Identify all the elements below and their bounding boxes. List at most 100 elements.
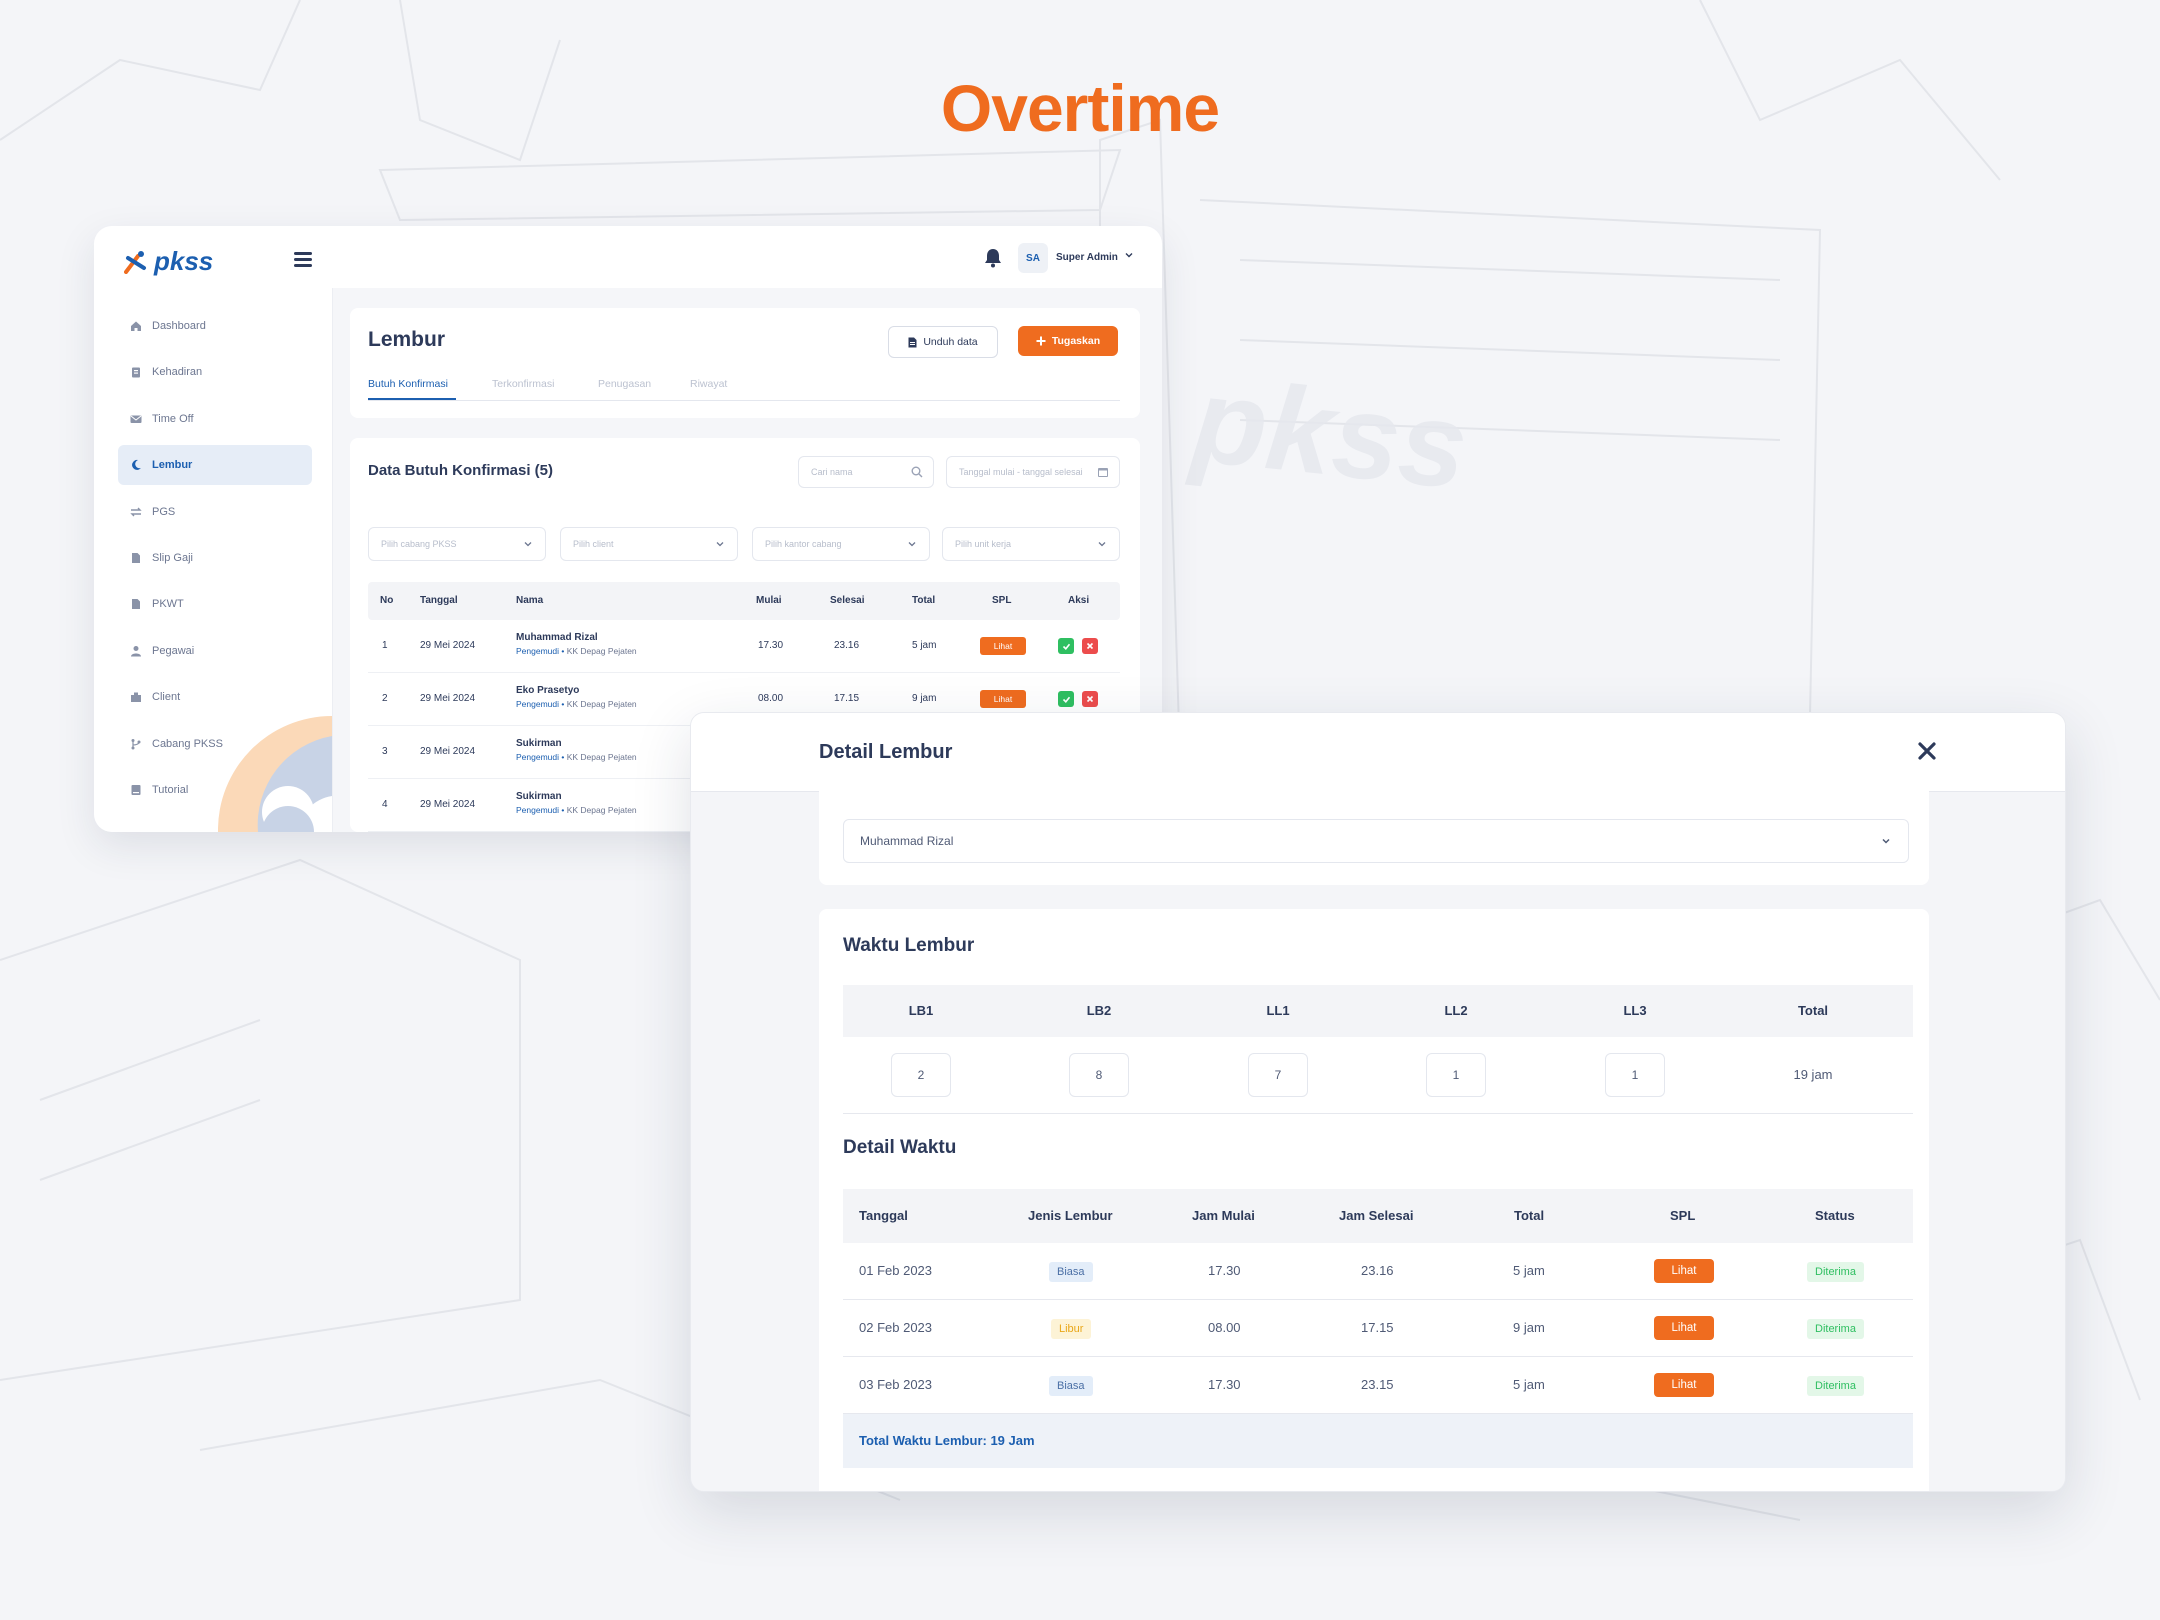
- chevron-down-icon: [1098, 542, 1106, 547]
- close-icon: [1086, 642, 1094, 650]
- employee-select[interactable]: Muhammad Rizal: [843, 819, 1909, 863]
- avatar[interactable]: SA: [1018, 243, 1048, 273]
- search-input[interactable]: Cari nama: [798, 456, 934, 488]
- cell-total: 5 jam: [912, 640, 937, 651]
- sidebar-item-label: Time Off: [152, 412, 194, 425]
- cell-selesai: 23.16: [834, 640, 860, 651]
- employee-name: Sukirman: [516, 791, 562, 802]
- detail-row: 03 Feb 2023 Biasa 17.30 23.15 5 jam Liha…: [843, 1357, 1913, 1414]
- tab-riwayat[interactable]: Riwayat: [690, 378, 727, 390]
- spl-view-button[interactable]: Lihat: [980, 637, 1026, 655]
- employee-unit: KK Depag Pejaten: [566, 805, 637, 815]
- building-icon: [130, 691, 142, 703]
- sidebar-item-pegawai[interactable]: Pegawai: [118, 631, 312, 671]
- sidebar-item-label: PKWT: [152, 598, 184, 611]
- sidebar-item-lembur[interactable]: Lembur: [118, 445, 312, 486]
- swap-icon: [130, 506, 142, 518]
- employee-unit: KK Depag Pejaten: [566, 699, 637, 709]
- waktu-table-header: LB1 LB2 LL1 LL2 LL3 Total: [843, 985, 1913, 1037]
- cell-no: 4: [382, 799, 388, 810]
- close-icon: [1086, 695, 1094, 703]
- ll3-input[interactable]: 1: [1605, 1053, 1665, 1097]
- employee-select-card: Muhammad Rizal: [819, 791, 1929, 885]
- sidebar-item-dashboard[interactable]: Dashboard: [118, 306, 312, 346]
- sidebar-item-pkwt[interactable]: PKWT: [118, 584, 312, 624]
- cell-total: 5 jam: [1513, 1377, 1545, 1392]
- col-total: Total: [1514, 1208, 1545, 1223]
- user-name[interactable]: Super Admin: [1056, 252, 1118, 263]
- cell-tanggal: 29 Mei 2024: [420, 799, 476, 810]
- spl-view-button[interactable]: Lihat: [980, 690, 1026, 708]
- tab-terkonfirmasi[interactable]: Terkonfirmasi: [492, 378, 554, 390]
- jenis-badge: Libur: [1051, 1319, 1092, 1339]
- filter-client[interactable]: Pilih client: [560, 527, 738, 561]
- approve-button[interactable]: [1058, 691, 1074, 707]
- col-spl: SPL: [1670, 1208, 1696, 1223]
- cell-jam-selesai: 23.15: [1361, 1377, 1394, 1392]
- sidebar-item-pgs[interactable]: PGS: [118, 492, 312, 532]
- close-icon[interactable]: [1915, 739, 1939, 763]
- sidebar-item-label: Pegawai: [152, 644, 195, 657]
- modal-title: Detail Lembur: [819, 741, 953, 763]
- col-jam-selesai: Jam Selesai: [1339, 1208, 1414, 1223]
- filter-placeholder: Pilih cabang PKSS: [381, 539, 457, 549]
- date-range-placeholder: Tanggal mulai - tanggal selesai: [959, 467, 1083, 477]
- filter-kantor-cabang[interactable]: Pilih kantor cabang: [752, 527, 930, 561]
- table-row[interactable]: 1 29 Mei 2024 Muhammad Rizal Pengemudi •…: [368, 620, 1120, 673]
- tab-bar: Butuh Konfirmasi Terkonfirmasi Penugasan…: [368, 378, 1120, 401]
- lb1-input[interactable]: 2: [891, 1053, 951, 1097]
- user-icon: [130, 645, 142, 657]
- cell-tanggal: 02 Feb 2023: [859, 1320, 933, 1335]
- cell-mulai: 08.00: [758, 693, 784, 704]
- chevron-down-icon[interactable]: [1124, 250, 1134, 260]
- employee-role: Pengemudi: [516, 805, 560, 815]
- cell-nama: Sukirman Pengemudi • KK Depag Pejaten: [516, 791, 637, 815]
- sidebar-item-client[interactable]: Client: [118, 677, 312, 717]
- col-tanggal: Tanggal: [420, 595, 458, 606]
- bell-icon[interactable]: [984, 248, 1002, 268]
- approve-button[interactable]: [1058, 638, 1074, 654]
- download-button[interactable]: Unduh data: [888, 326, 998, 358]
- tab-penugasan[interactable]: Penugasan: [598, 378, 651, 390]
- document-icon: [130, 552, 142, 564]
- spl-view-button[interactable]: Lihat: [1654, 1316, 1714, 1340]
- employee-role: Pengemudi: [516, 646, 560, 656]
- sidebar-item-kehadiran[interactable]: Kehadiran: [118, 352, 312, 392]
- cell-tanggal: 29 Mei 2024: [420, 640, 476, 651]
- table-header: No Tanggal Nama Mulai Selesai Total SPL …: [368, 582, 1120, 620]
- date-range-input[interactable]: Tanggal mulai - tanggal selesai: [946, 456, 1120, 488]
- lb2-input[interactable]: 8: [1069, 1053, 1129, 1097]
- menu-toggle-icon[interactable]: [294, 252, 312, 267]
- cell-selesai: 17.15: [834, 693, 860, 704]
- moon-icon: [130, 459, 142, 471]
- sidebar-item-time-off[interactable]: Time Off: [118, 399, 312, 439]
- sidebar-item-label: Dashboard: [152, 320, 206, 332]
- reject-button[interactable]: [1082, 691, 1098, 707]
- assign-button[interactable]: Tugaskan: [1018, 326, 1118, 356]
- mail-icon: [130, 413, 142, 425]
- employee-role: Pengemudi: [516, 699, 560, 709]
- page-title: Lembur: [368, 328, 446, 351]
- decorative-shape: [218, 716, 332, 832]
- total-summary-row: Total Waktu Lembur: 19 Jam: [843, 1414, 1913, 1468]
- spl-view-button[interactable]: Lihat: [1654, 1373, 1714, 1397]
- ll2-input[interactable]: 1: [1426, 1053, 1486, 1097]
- logo[interactable]: pkss: [124, 246, 213, 277]
- detail-table-header: Tanggal Jenis Lembur Jam Mulai Jam Seles…: [843, 1189, 1913, 1243]
- cell-total: 9 jam: [912, 693, 937, 704]
- detail-row: 01 Feb 2023 Biasa 17.30 23.16 5 jam Liha…: [843, 1243, 1913, 1300]
- cell-no: 3: [382, 746, 388, 757]
- reject-button[interactable]: [1082, 638, 1098, 654]
- sidebar-item-slip-gaji[interactable]: Slip Gaji: [118, 538, 312, 578]
- spl-view-button[interactable]: Lihat: [1654, 1259, 1714, 1283]
- employee-role: Pengemudi: [516, 752, 560, 762]
- waktu-total: 19 jam: [1793, 1067, 1833, 1082]
- cell-nama: Sukirman Pengemudi • KK Depag Pejaten: [516, 738, 637, 762]
- jenis-badge: Biasa: [1049, 1376, 1093, 1396]
- cell-jam-selesai: 23.16: [1361, 1263, 1394, 1278]
- filter-unit-kerja[interactable]: Pilih unit kerja: [942, 527, 1120, 561]
- filter-cabang-pkss[interactable]: Pilih cabang PKSS: [368, 527, 546, 561]
- waktu-lembur-title: Waktu Lembur: [843, 935, 975, 956]
- tab-butuh-konfirmasi[interactable]: Butuh Konfirmasi: [368, 378, 448, 390]
- ll1-input[interactable]: 7: [1248, 1053, 1308, 1097]
